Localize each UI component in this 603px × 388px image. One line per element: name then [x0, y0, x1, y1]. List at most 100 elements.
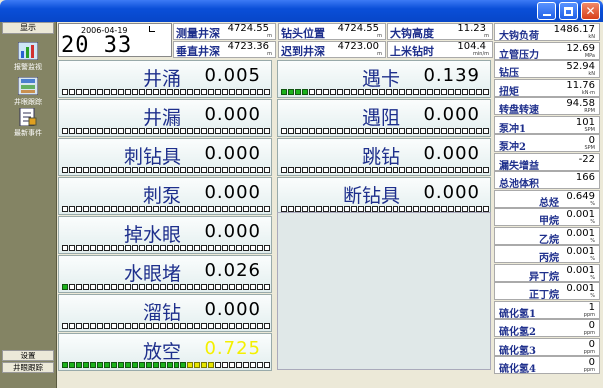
parameter-row: 丙烷 0.001%: [494, 245, 600, 264]
clock-marker: [149, 26, 155, 32]
level-segment: [441, 167, 448, 173]
parameter-unit: %: [590, 293, 595, 299]
sidebar-header[interactable]: 显示: [2, 22, 54, 34]
level-segment: [75, 206, 82, 212]
level-segment: [257, 128, 264, 134]
alarm-name: 遇阻: [361, 107, 400, 129]
level-segment: [378, 128, 385, 134]
level-segment: [264, 206, 271, 212]
level-segment: [392, 167, 399, 173]
level-segment: [159, 362, 166, 368]
level-segment: [152, 128, 159, 134]
minimize-button[interactable]: [537, 2, 556, 20]
level-segment: [250, 89, 257, 95]
level-segment: [236, 128, 243, 134]
level-segment: [96, 362, 103, 368]
level-segment: [159, 167, 166, 173]
info-hook-height: 大钩高度 11.23 m: [387, 23, 493, 40]
level-segment: [68, 245, 75, 251]
level-segment: [117, 128, 124, 134]
level-segment: [343, 167, 350, 173]
level-segment: [131, 245, 138, 251]
level-segment: [201, 284, 208, 290]
level-segment: [68, 323, 75, 329]
level-segment: [96, 167, 103, 173]
alarm-cell: 水眼堵 0.026: [58, 255, 272, 293]
info-lag-depth: 迟到井深 4723.00 m: [278, 41, 386, 58]
parameter-value: 166: [575, 172, 595, 183]
parameter-row: 硫化氢3 0 ppm: [494, 337, 600, 357]
sidebar-item-label: 最新事件: [14, 129, 42, 137]
level-segment: [166, 167, 173, 173]
level-segment: [343, 89, 350, 95]
level-segment: [152, 89, 159, 95]
level-segment: [215, 245, 222, 251]
level-segment: [187, 362, 194, 368]
level-segment: [336, 167, 343, 173]
level-segment: [301, 167, 308, 173]
level-segment: [308, 89, 315, 95]
level-segment: [68, 284, 75, 290]
level-segment: [427, 128, 434, 134]
sidebar-item-latest-events[interactable]: 最新事件: [2, 108, 54, 138]
level-segment: [145, 206, 152, 212]
level-segment: [75, 245, 82, 251]
info-unit: m: [267, 51, 272, 57]
level-segment: [187, 323, 194, 329]
parameter-label: 大钩负荷: [499, 31, 539, 42]
level-segment: [257, 362, 264, 368]
well-track-button[interactable]: 井眼跟踪: [2, 362, 54, 373]
parameter-unit: kN: [588, 34, 595, 40]
level-segment: [159, 245, 166, 251]
level-segment: [89, 128, 96, 134]
level-segment: [117, 284, 124, 290]
level-segment: [462, 128, 469, 134]
level-segment: [62, 206, 68, 212]
level-segment: [208, 167, 215, 173]
level-segment: [173, 323, 180, 329]
level-segment: [243, 362, 250, 368]
sidebar-item-well-track[interactable]: 井眼跟踪: [2, 77, 54, 107]
level-segment: [194, 284, 201, 290]
level-segment: [215, 206, 222, 212]
level-segment: [131, 206, 138, 212]
alarm-name: 放空: [142, 341, 181, 363]
alarm-name: 井涌: [142, 68, 181, 90]
maximize-button[interactable]: [559, 2, 578, 20]
level-segment: [329, 128, 336, 134]
alarm-cell: 掉水眼 0.000: [58, 216, 272, 254]
level-segment: [89, 245, 96, 251]
maximize-icon: [564, 6, 573, 16]
well-track-icon: [18, 77, 38, 95]
sidebar-item-label: 井眼跟踪: [14, 98, 42, 106]
parameter-unit: ppm: [583, 311, 595, 318]
level-segment: [117, 245, 124, 251]
level-segment: [215, 128, 222, 134]
level-segment: [89, 167, 96, 173]
level-segment: [257, 284, 264, 290]
level-segment: [336, 89, 343, 95]
level-segment: [62, 323, 68, 329]
info-label: 测量井深: [176, 27, 220, 40]
sidebar-item-alarm-monitor[interactable]: 报警监视: [2, 42, 54, 72]
alarm-name: 掉水眼: [123, 224, 181, 246]
parameter-unit: RPM: [584, 108, 595, 114]
alarm-name: 溜钻: [142, 302, 181, 324]
level-segment: [215, 284, 222, 290]
parameter-row: 乙烷 0.001%: [494, 226, 600, 246]
level-segment: [103, 245, 110, 251]
alarm-name: 井漏: [142, 107, 181, 129]
level-segment: [315, 89, 322, 95]
level-segment: [441, 128, 448, 134]
settings-button[interactable]: 设置: [2, 350, 54, 361]
level-segment: [180, 167, 187, 173]
level-segment: [364, 89, 371, 95]
close-button[interactable]: ✕: [581, 2, 600, 20]
alarm-cell: 井涌 0.005: [58, 60, 272, 98]
level-segment: [336, 128, 343, 134]
info-rop: 上米钻时 104.4 min/m: [387, 41, 493, 58]
level-segment: [281, 128, 287, 134]
info-vertical-depth: 垂直井深 4723.36 m: [173, 41, 276, 58]
level-segment: [257, 206, 264, 212]
level-segment: [208, 362, 215, 368]
